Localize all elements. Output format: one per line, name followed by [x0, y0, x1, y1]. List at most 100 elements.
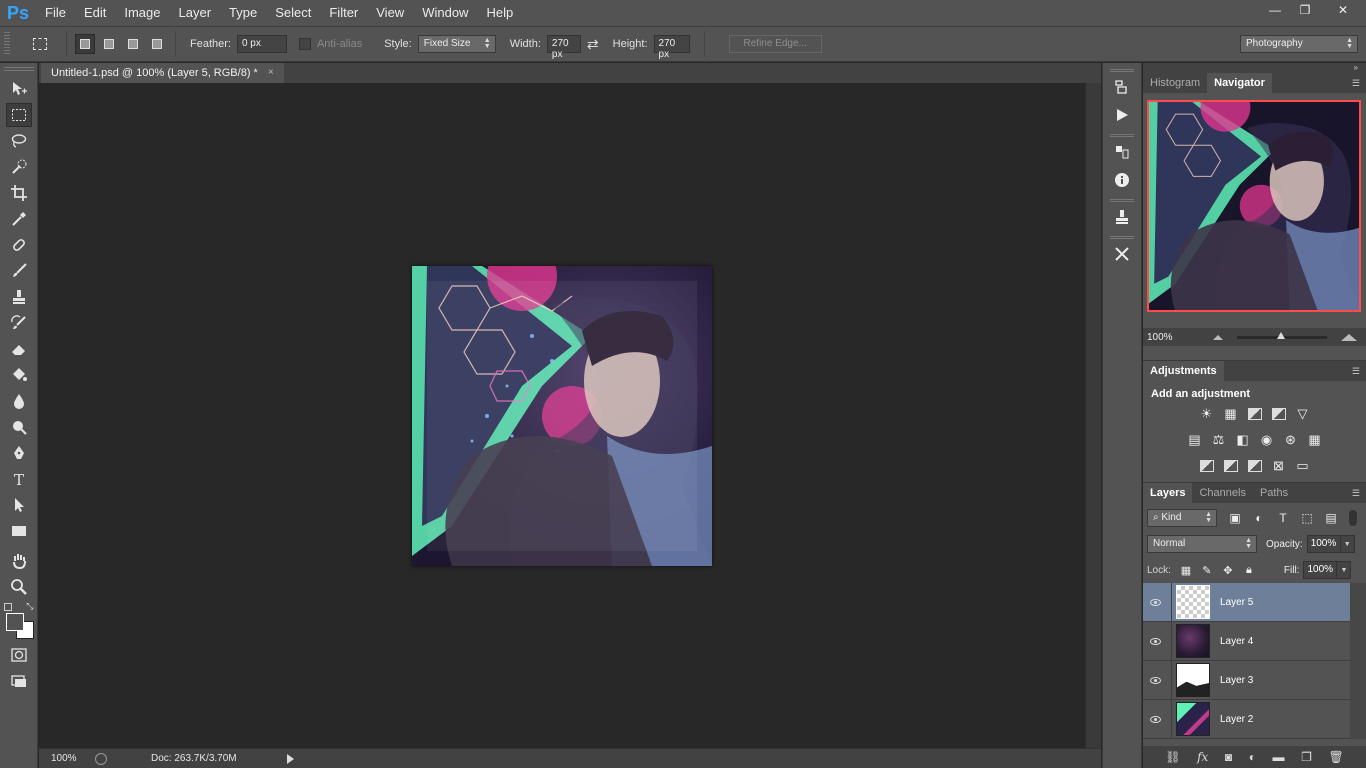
type-filter-icon[interactable]: T [1275, 510, 1291, 526]
height-input[interactable]: 270 px [653, 35, 690, 60]
collapse-dock-icon[interactable]: » [1354, 63, 1358, 72]
document-canvas[interactable] [412, 266, 712, 566]
layer-row[interactable]: Layer 4 [1143, 621, 1350, 661]
tab-adjustments[interactable]: Adjustments [1143, 361, 1224, 381]
paint-bucket-tool[interactable] [6, 363, 32, 387]
toolbar-grip[interactable] [3, 67, 34, 71]
actions-panel-button[interactable] [1107, 102, 1137, 128]
eyedropper-tool[interactable] [6, 207, 32, 231]
menu-edit[interactable]: Edit [75, 0, 115, 26]
menu-image[interactable]: Image [115, 0, 169, 26]
layer-name[interactable]: Layer 3 [1220, 675, 1253, 686]
layer-name[interactable]: Layer 4 [1220, 636, 1253, 647]
move-tool[interactable] [6, 77, 32, 101]
tool-presets-2-button[interactable] [1107, 241, 1137, 267]
vibrance-icon[interactable]: ▽ [1294, 405, 1312, 423]
layers-scrollbar[interactable] [1350, 583, 1366, 739]
layer-style-icon[interactable]: fx [1197, 750, 1208, 764]
menu-layer[interactable]: Layer [170, 0, 221, 26]
quick-mask-button[interactable] [6, 643, 32, 667]
slider-thumb-icon[interactable] [1276, 331, 1285, 339]
tab-histogram[interactable]: Histogram [1143, 73, 1207, 93]
visibility-toggle[interactable] [1143, 598, 1167, 606]
new-adjustment-icon[interactable]: ◐ [1249, 750, 1256, 764]
pen-tool[interactable] [6, 441, 32, 465]
style-select[interactable]: Fixed Size ▲ ▼ [417, 35, 496, 53]
menu-view[interactable]: View [367, 0, 413, 26]
brush-tool[interactable] [6, 259, 32, 283]
gradient-map-icon[interactable]: ▭ [1294, 457, 1312, 475]
canvas-area[interactable] [39, 83, 1085, 748]
antialias-checkbox[interactable] [298, 38, 311, 50]
selective-color-icon[interactable]: ⊠ [1270, 457, 1288, 475]
tab-channels[interactable]: Channels [1192, 483, 1252, 503]
menu-window[interactable]: Window [413, 0, 477, 26]
foreground-color[interactable] [5, 613, 24, 631]
feather-input[interactable]: 0 px [236, 35, 287, 53]
lock-pixels-icon[interactable]: ✎ [1200, 563, 1214, 577]
photo-filter-icon[interactable]: ◉ [1258, 431, 1276, 449]
swap-dimensions-icon[interactable]: ⇄ [587, 36, 599, 53]
lock-all-icon[interactable]: 🔒︎ [1242, 563, 1256, 577]
zoom-level[interactable]: 100% [39, 753, 83, 764]
navigator-zoom-slider[interactable] [1236, 331, 1327, 339]
properties-panel-button[interactable] [1107, 139, 1137, 165]
channel-mixer-icon[interactable]: ⊛ [1282, 431, 1300, 449]
visibility-toggle[interactable] [1143, 715, 1167, 723]
default-colors-icon[interactable] [3, 603, 12, 611]
vertical-scrollbar[interactable] [1085, 83, 1101, 748]
refine-edge-button[interactable]: Refine Edge... [728, 35, 822, 53]
tab-navigator[interactable]: Navigator [1207, 73, 1272, 93]
new-group-icon[interactable]: ▬ [1273, 750, 1285, 764]
close-button[interactable]: ✕ [1320, 0, 1366, 20]
curves-icon[interactable] [1246, 405, 1264, 423]
status-menu-arrow-icon[interactable] [287, 754, 294, 764]
history-panel-button[interactable] [1107, 74, 1137, 100]
invert-icon[interactable] [1198, 457, 1216, 475]
navigator-zoom-value[interactable]: 100% [1147, 332, 1173, 343]
filter-toggle[interactable] [1349, 510, 1357, 526]
blend-mode-select[interactable]: Normal ▲ ▼ [1147, 535, 1257, 553]
new-selection-button[interactable] [75, 34, 95, 54]
blur-tool[interactable] [6, 389, 32, 413]
shape-filter-icon[interactable]: ⬚ [1299, 510, 1315, 526]
brightness-icon[interactable]: ☀ [1198, 405, 1216, 423]
layer-row[interactable]: Layer 2 [1143, 699, 1350, 739]
add-mask-icon[interactable]: ◙ [1225, 750, 1232, 764]
link-layers-icon[interactable]: ⛓ [1165, 750, 1180, 764]
dodge-tool[interactable] [6, 415, 32, 439]
layer-row[interactable]: Layer 3 [1143, 660, 1350, 700]
clone-stamp-tool[interactable] [6, 285, 32, 309]
tool-preset-picker[interactable] [20, 31, 60, 57]
kind-filter-select[interactable]: ⌕ Kind ▲ ▼ [1147, 509, 1217, 527]
width-input[interactable]: 270 px [546, 35, 581, 60]
options-grip[interactable] [4, 32, 10, 56]
quick-select-tool[interactable] [6, 155, 32, 179]
panel-menu-icon[interactable]: ☰ [1352, 488, 1360, 499]
lock-position-icon[interactable]: ✥ [1221, 563, 1235, 577]
intersect-selection-button[interactable] [147, 34, 167, 54]
navigator-view-box[interactable] [1147, 100, 1361, 312]
subtract-selection-button[interactable] [123, 34, 143, 54]
zoom-out-icon[interactable] [1212, 334, 1223, 340]
zoom-tool[interactable] [6, 575, 32, 599]
tab-paths[interactable]: Paths [1253, 483, 1295, 503]
history-brush-tool[interactable] [6, 311, 32, 335]
restore-button[interactable]: ❐ [1290, 0, 1320, 20]
hue-saturation-icon[interactable]: ▤ [1186, 431, 1204, 449]
threshold-icon[interactable] [1246, 457, 1264, 475]
menu-help[interactable]: Help [477, 0, 522, 26]
layer-row[interactable]: Layer 5 [1143, 582, 1350, 622]
swap-colors-icon[interactable]: ⤡ [26, 601, 33, 612]
smart-object-filter-icon[interactable]: ▤ [1323, 510, 1339, 526]
levels-icon[interactable]: ▦ [1222, 405, 1240, 423]
menu-select[interactable]: Select [266, 0, 320, 26]
type-tool[interactable]: T [6, 467, 32, 491]
zoom-in-icon[interactable] [1340, 333, 1357, 341]
menu-file[interactable]: File [36, 0, 75, 26]
screen-mode-button[interactable] [6, 669, 32, 693]
new-layer-icon[interactable]: ❐ [1301, 750, 1312, 764]
layer-name[interactable]: Layer 5 [1220, 597, 1253, 608]
path-select-tool[interactable] [6, 493, 32, 517]
hand-tool[interactable] [6, 549, 32, 573]
